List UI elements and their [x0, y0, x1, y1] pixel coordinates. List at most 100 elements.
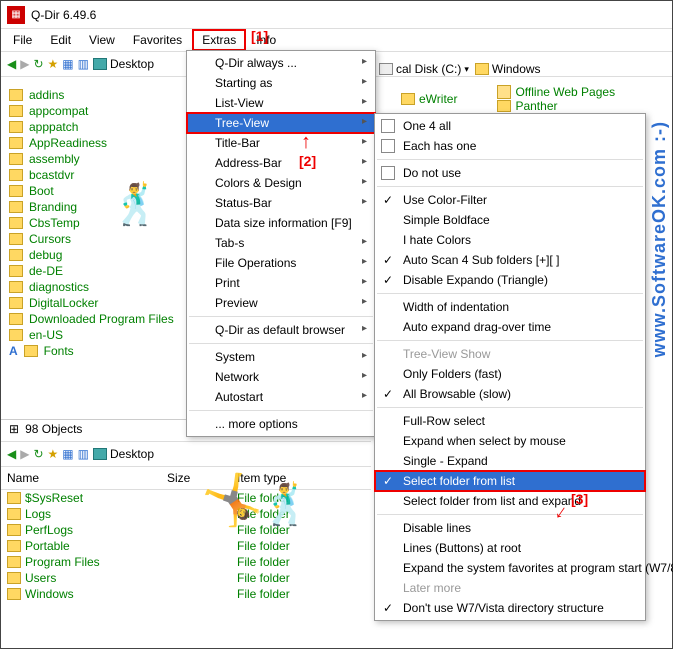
col-type[interactable]: Item type [231, 469, 351, 487]
menu-item[interactable]: Address-Bar [187, 153, 375, 173]
menu-item-label: Starting as [215, 76, 272, 90]
refresh-icon[interactable]: ↻ [33, 57, 43, 71]
menu-item[interactable]: Expand the system favorites at program s… [375, 558, 645, 578]
folder-icon [9, 233, 23, 245]
menu-item[interactable]: One 4 all [375, 116, 645, 136]
folder-item[interactable]: CbsTemp [9, 215, 193, 231]
col-size[interactable]: Size [161, 469, 231, 487]
menu-file[interactable]: File [5, 31, 40, 49]
menu-extras[interactable]: Extras [192, 29, 246, 51]
folder-item[interactable]: Cursors [9, 231, 193, 247]
menu-item[interactable]: Do not use [375, 163, 645, 183]
menu-item[interactable]: Network [187, 367, 375, 387]
menu-item-label: List-View [215, 96, 263, 110]
table-row[interactable]: UsersFile folder [1, 570, 371, 586]
folder-item[interactable]: addins [9, 87, 193, 103]
table-row[interactable]: WindowsFile folder [1, 586, 371, 602]
menu-item[interactable]: Q-Dir always ... [187, 53, 375, 73]
refresh-icon[interactable]: ↻ [33, 447, 43, 461]
forward-icon[interactable]: ▶ [20, 57, 29, 71]
menu-item[interactable]: Title-Bar [187, 133, 375, 153]
folder-item[interactable]: appcompat [9, 103, 193, 119]
menu-item[interactable]: Status-Bar [187, 193, 375, 213]
menu-item[interactable]: Starting as [187, 73, 375, 93]
menu-item[interactable]: Print [187, 273, 375, 293]
col-name[interactable]: Name [1, 469, 161, 487]
file-item[interactable]: Offline Web Pages [497, 85, 615, 99]
grid-icon[interactable]: ▦ [62, 57, 73, 71]
menu-edit[interactable]: Edit [42, 31, 79, 49]
menu-item[interactable]: Data size information [F9] [187, 213, 375, 233]
menu-item[interactable]: System [187, 347, 375, 367]
menu-item[interactable]: ✓Select folder from list [375, 471, 645, 491]
menu-item[interactable]: Auto expand drag-over time [375, 317, 645, 337]
font-icon: A [9, 344, 18, 358]
menu-item[interactable]: ✓Auto Scan 4 Sub folders [+][ ] [375, 250, 645, 270]
menu-item[interactable]: Select folder from list and expand [375, 491, 645, 511]
menu-item[interactable]: Q-Dir as default browser [187, 320, 375, 340]
menu-item[interactable]: Simple Boldface [375, 210, 645, 230]
menu-item[interactable]: Tab-s [187, 233, 375, 253]
file-item[interactable]: eWriter [401, 85, 457, 113]
address-windows[interactable]: Windows [475, 62, 541, 76]
menu-item[interactable]: File Operations [187, 253, 375, 273]
menu-item[interactable]: ✓Use Color-Filter [375, 190, 645, 210]
table-row[interactable]: LogsFile folder [1, 506, 371, 522]
folder-item[interactable]: A Fonts [9, 343, 193, 359]
menu-item[interactable]: Width of indentation [375, 297, 645, 317]
folder-item[interactable]: Boot [9, 183, 193, 199]
menu-item[interactable]: Expand when select by mouse [375, 431, 645, 451]
folder-item[interactable]: en-US [9, 327, 193, 343]
menu-item[interactable]: ✓Disable Expando (Triangle) [375, 270, 645, 290]
menu-item[interactable]: Colors & Design [187, 173, 375, 193]
menu-item[interactable]: ... more options [187, 414, 375, 434]
folder-item[interactable]: AppReadiness [9, 135, 193, 151]
menu-item[interactable]: List-View [187, 93, 375, 113]
address-desktop[interactable]: Desktop [93, 447, 154, 461]
layout-icon[interactable]: ▥ [78, 447, 89, 461]
folder-item[interactable]: diagnostics [9, 279, 193, 295]
folder-item[interactable]: assembly [9, 151, 193, 167]
table-row[interactable]: PortableFile folder [1, 538, 371, 554]
chevron-down-icon[interactable]: ▾ [464, 64, 469, 75]
menu-item[interactable]: Disable lines [375, 518, 645, 538]
menu-item[interactable]: Tree-View [187, 113, 375, 133]
folder-item[interactable]: debug [9, 247, 193, 263]
menu-item[interactable]: Lines (Buttons) at root [375, 538, 645, 558]
menu-item[interactable]: I hate Colors [375, 230, 645, 250]
table-row[interactable]: PerfLogsFile folder [1, 522, 371, 538]
menu-item[interactable]: Preview [187, 293, 375, 313]
fav-icon[interactable]: ★ [48, 57, 59, 71]
fav-icon[interactable]: ★ [48, 447, 59, 461]
separator [377, 514, 643, 515]
table-row[interactable]: $SysResetFile folder [1, 490, 371, 506]
folder-item[interactable]: DigitalLocker [9, 295, 193, 311]
table-row[interactable]: Program FilesFile folder [1, 554, 371, 570]
address-desktop[interactable]: Desktop [93, 57, 154, 71]
menu-item[interactable]: Autostart [187, 387, 375, 407]
back-icon[interactable]: ◀ [7, 57, 16, 71]
folder-item[interactable]: de-DE [9, 263, 193, 279]
folder-item[interactable]: bcastdvr [9, 167, 193, 183]
grid-icon[interactable]: ▦ [62, 447, 73, 461]
folder-item[interactable]: Branding [9, 199, 193, 215]
menu-item[interactable]: ✓Don't use W7/Vista directory structure [375, 598, 645, 618]
menu-item[interactable]: Full-Row select [375, 411, 645, 431]
back-icon[interactable]: ◀ [7, 447, 16, 461]
expand-icon[interactable]: ⊞ [9, 422, 19, 436]
menu-item[interactable]: Only Folders (fast) [375, 364, 645, 384]
column-headers[interactable]: Name Size Item type [1, 467, 371, 490]
menu-item[interactable]: Each has one [375, 136, 645, 156]
forward-icon[interactable]: ▶ [20, 447, 29, 461]
menu-item-label: Full-Row select [403, 414, 485, 428]
folder-item[interactable]: apppatch [9, 119, 193, 135]
layout-icon[interactable]: ▥ [78, 57, 89, 71]
file-item[interactable]: Panther [497, 99, 615, 113]
folder-item[interactable]: Downloaded Program Files [9, 311, 193, 327]
menu-view[interactable]: View [81, 31, 123, 49]
address-disk[interactable]: cal Disk (C:) ▾ [379, 62, 469, 76]
folder-label: appcompat [29, 104, 88, 118]
menu-item[interactable]: Single - Expand [375, 451, 645, 471]
menu-favorites[interactable]: Favorites [125, 31, 190, 49]
menu-item[interactable]: ✓All Browsable (slow) [375, 384, 645, 404]
